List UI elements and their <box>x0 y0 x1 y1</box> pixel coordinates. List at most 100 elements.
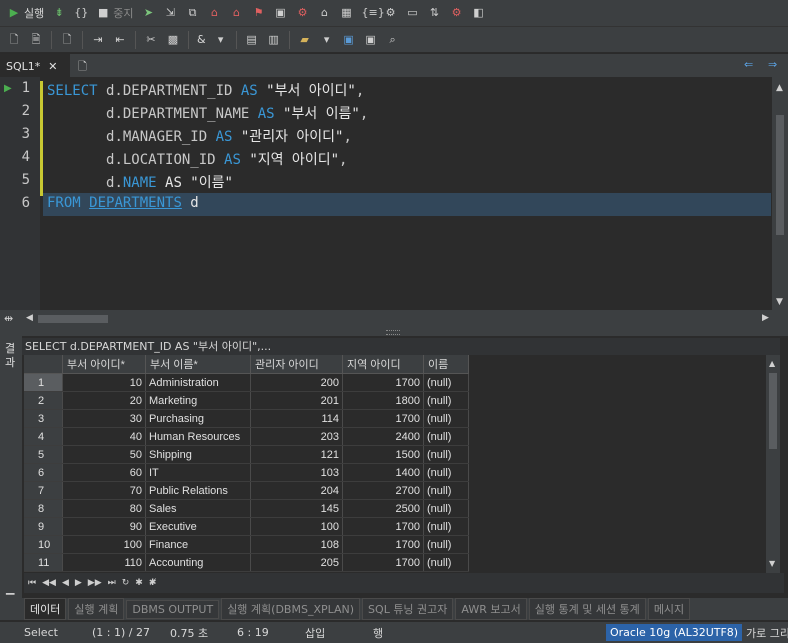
table-cell[interactable]: Executive <box>145 517 251 536</box>
row-number-cell[interactable]: 11 <box>24 553 63 572</box>
table-cell[interactable]: 40 <box>62 427 146 446</box>
pattern-button[interactable]: ▩ <box>163 30 183 50</box>
row-number-cell[interactable]: 4 <box>24 427 63 446</box>
tab-sql-tuning-advisor[interactable]: SQL 튜닝 권고자 <box>362 598 454 620</box>
layout-button[interactable]: ◧ <box>469 3 489 23</box>
row-number-cell[interactable]: 10 <box>24 535 63 554</box>
open-button[interactable]: 🗋 <box>57 30 77 50</box>
next-page-icon[interactable]: ▶▶ <box>88 578 102 588</box>
new-tab-icon[interactable]: 🗋 <box>78 58 87 77</box>
tab-messages[interactable]: 메시지 <box>647 598 691 620</box>
row-number-cell[interactable]: 8 <box>24 499 63 518</box>
settings-button[interactable]: ⚙ <box>381 3 401 23</box>
ampersand-dropdown[interactable]: ▾ <box>211 30 231 50</box>
table-row[interactable]: 8 80 Sales 145 2500 (null) <box>24 499 469 518</box>
table-row[interactable]: 5 50 Shipping 121 1500 (null) <box>24 445 469 464</box>
table-cell[interactable]: 1700 <box>342 373 424 392</box>
tab-dbms-output[interactable]: DBMS OUTPUT <box>126 599 220 619</box>
scroll-thumb[interactable] <box>38 315 108 323</box>
table-cell[interactable]: Administration <box>145 373 251 392</box>
row-number-cell[interactable]: 1 <box>24 373 63 392</box>
table-cell[interactable]: 121 <box>250 445 343 464</box>
tab-dbms-xplan[interactable]: 실행 계획(DBMS_XPLAN) <box>221 598 361 620</box>
table-cell[interactable]: (null) <box>423 445 469 464</box>
rollback-button[interactable]: ⌂ <box>227 3 247 23</box>
row-number-cell[interactable]: 5 <box>24 445 63 464</box>
table-cell[interactable]: 204 <box>250 481 343 500</box>
template-button[interactable]: 🗎 <box>26 30 46 50</box>
table-row[interactable]: 9 90 Executive 100 1700 (null) <box>24 517 469 536</box>
row-number-cell[interactable]: 6 <box>24 463 63 482</box>
indent-button[interactable]: ⇥ <box>88 30 108 50</box>
prev-page-icon[interactable]: ◀◀ <box>42 578 56 588</box>
table-cell[interactable]: 90 <box>62 517 146 536</box>
refresh-icon[interactable]: ↻ <box>122 578 130 588</box>
table-cell[interactable]: Shipping <box>145 445 251 464</box>
stop-button[interactable]: ■ 중지 <box>93 3 136 23</box>
flag-button[interactable]: ⚑ <box>249 3 269 23</box>
table-cell[interactable]: Sales <box>145 499 251 518</box>
sort-button[interactable]: ⇅ <box>425 3 445 23</box>
outdent-button[interactable]: ⇤ <box>110 30 130 50</box>
tab-sql1[interactable]: SQL1* ✕ <box>0 54 70 78</box>
table-cell[interactable]: 205 <box>250 553 343 572</box>
table-cell[interactable]: (null) <box>423 463 469 482</box>
table-cell[interactable]: 100 <box>250 517 343 536</box>
editor-horizontal-scrollbar[interactable]: ⇹ ◀ ▶ <box>0 310 788 328</box>
run-button[interactable]: ▶ 실행 <box>4 3 47 23</box>
arrow-right-icon[interactable]: ▶ <box>762 313 769 323</box>
table-cell[interactable]: 2500 <box>342 499 424 518</box>
arrow-up-icon[interactable]: ▲ <box>776 83 783 93</box>
table-cell[interactable]: Marketing <box>145 391 251 410</box>
table-cell[interactable]: (null) <box>423 481 469 500</box>
table-cell[interactable]: (null) <box>423 427 469 446</box>
table-cell[interactable]: 201 <box>250 391 343 410</box>
grid-button[interactable]: ▦ <box>337 3 357 23</box>
table-cell[interactable]: Public Relations <box>145 481 251 500</box>
table-cell[interactable]: 1700 <box>342 409 424 428</box>
arrow-right-icon[interactable]: ⇒ <box>768 58 777 71</box>
tab-awr-report[interactable]: AWR 보고서 <box>455 598 527 620</box>
table-cell[interactable]: (null) <box>423 409 469 428</box>
status-layout[interactable]: 가로 그리 <box>746 625 788 641</box>
arrow-up-icon[interactable]: ▲ <box>769 359 775 368</box>
row-number-cell[interactable]: 7 <box>24 481 63 500</box>
table-cell[interactable]: 1800 <box>342 391 424 410</box>
table-cell[interactable]: 108 <box>250 535 343 554</box>
insert-record-icon[interactable]: ✱ <box>135 578 143 588</box>
table-row[interactable]: 7 70 Public Relations 204 2700 (null) <box>24 481 469 500</box>
bank-button[interactable]: ⌂ <box>315 3 335 23</box>
scroll-thumb[interactable] <box>776 115 784 235</box>
view-button[interactable]: ▥ <box>264 30 284 50</box>
table-cell[interactable]: 145 <box>250 499 343 518</box>
folder-button[interactable]: ▰ <box>295 30 315 50</box>
window-button[interactable]: ▭ <box>403 3 423 23</box>
ampersand-button[interactable]: & <box>194 30 209 50</box>
column-header[interactable]: 이름 <box>423 355 469 374</box>
table-cell[interactable]: 100 <box>62 535 146 554</box>
column-header[interactable]: 부서 이름* <box>145 355 251 374</box>
result-grid[interactable]: 부서 아이디* 부서 이름* 관리자 아이디 지역 아이디 이름 1 10 Admi… <box>24 355 766 573</box>
table-cell[interactable]: Human Resources <box>145 427 251 446</box>
table-cell[interactable]: 1500 <box>342 445 424 464</box>
prev-record-icon[interactable]: ◀ <box>62 578 69 588</box>
close-icon[interactable]: ✕ <box>48 60 57 73</box>
commit-button[interactable]: ⌂ <box>205 3 225 23</box>
table-row[interactable]: 1 10 Administration 200 1700 (null) <box>24 373 469 392</box>
tab-execution-plan[interactable]: 실행 계획 <box>68 598 125 620</box>
table-cell[interactable]: (null) <box>423 553 469 572</box>
table-cell[interactable]: 2700 <box>342 481 424 500</box>
table-cell[interactable]: (null) <box>423 535 469 554</box>
column-header[interactable]: 부서 아이디* <box>62 355 146 374</box>
table-cell[interactable]: 60 <box>62 463 146 482</box>
run-step-button[interactable]: ⇟ <box>49 3 69 23</box>
tab-data[interactable]: 데이터 <box>24 598 67 620</box>
arrow-down-icon[interactable]: ▼ <box>776 297 783 307</box>
editor-vertical-scrollbar[interactable]: ▲ ▼ <box>772 77 788 310</box>
next-record-icon[interactable]: ▶ <box>75 578 82 588</box>
table-cell[interactable]: 103 <box>250 463 343 482</box>
form-button[interactable]: ▤ <box>242 30 262 50</box>
sql-editor[interactable]: ▶ 1 2 3 4 5 6 SELECT d.DEPARTMENT_ID AS … <box>0 77 788 310</box>
table-cell[interactable]: Accounting <box>145 553 251 572</box>
trace-button[interactable]: ⧉ <box>183 3 203 23</box>
